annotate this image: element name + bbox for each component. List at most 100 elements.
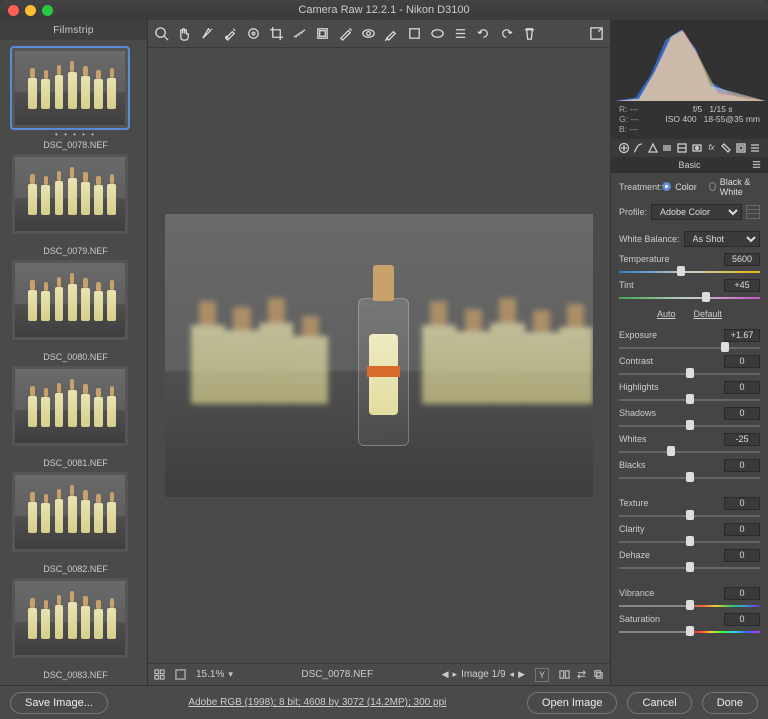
slider-track[interactable] [619,370,760,378]
tab-detail-icon[interactable] [646,141,659,154]
slider-track[interactable] [619,602,760,610]
slider-value-input[interactable]: 0 [724,407,760,420]
white-balance-tool-icon[interactable] [200,26,215,41]
slider-handle[interactable] [686,368,694,378]
slider-track[interactable] [619,268,760,276]
panel-menu-icon[interactable] [751,159,762,170]
slider-handle[interactable] [686,472,694,482]
slider-handle[interactable] [721,342,729,352]
tab-basic-icon[interactable] [617,141,630,154]
slider-value-input[interactable]: +1.67 [724,329,760,342]
before-after-icon[interactable] [559,669,570,680]
slider-value-input[interactable]: 0 [724,549,760,562]
auto-button[interactable]: Auto [657,309,676,319]
close-window-button[interactable] [8,5,19,16]
spot-removal-tool-icon[interactable] [338,26,353,41]
slider-value-input[interactable]: 0 [724,613,760,626]
slider-track[interactable] [619,538,760,546]
crop-tool-icon[interactable] [269,26,284,41]
slider-value-input[interactable]: 0 [724,587,760,600]
tab-fx-icon[interactable]: fx [705,141,718,154]
slider-handle[interactable] [686,600,694,610]
prev-image-button[interactable]: ◀ [442,669,449,680]
transform-tool-icon[interactable] [315,26,330,41]
slider-handle[interactable] [702,292,710,302]
slider-value-input[interactable]: 5600 [724,253,760,266]
maximize-window-button[interactable] [42,5,53,16]
tab-split-icon[interactable] [676,141,689,154]
slider-track[interactable] [619,396,760,404]
filmstrip-thumbnail[interactable]: DSC_0083.NEF [12,578,139,680]
copy-settings-icon[interactable] [593,669,604,680]
adjustment-brush-icon[interactable] [384,26,399,41]
graduated-filter-icon[interactable] [407,26,422,41]
slider-handle[interactable] [686,626,694,636]
filmstrip-thumbnail[interactable]: DSC_0079.NEF [12,154,139,256]
hand-tool-icon[interactable] [177,26,192,41]
slider-track[interactable] [619,474,760,482]
slider-value-input[interactable]: +45 [724,279,760,292]
slider-handle[interactable] [667,446,675,456]
radial-filter-icon[interactable] [430,26,445,41]
preview-area[interactable] [148,48,610,663]
tab-curve-icon[interactable] [632,141,645,154]
trash-icon[interactable] [522,26,537,41]
straighten-tool-icon[interactable] [292,26,307,41]
profile-browser-icon[interactable] [746,205,760,219]
swap-icon[interactable] [576,669,587,680]
rotate-cw-icon[interactable] [499,26,514,41]
single-view-icon[interactable] [175,669,186,680]
done-button[interactable]: Done [702,692,758,714]
filmstrip-thumbnail[interactable]: DSC_0082.NEF [12,472,139,574]
tab-snapshots-icon[interactable] [749,141,762,154]
slider-handle[interactable] [677,266,685,276]
slider-track[interactable] [619,294,760,302]
save-image-button[interactable]: Save Image... [10,692,108,714]
filmstrip-thumbnail[interactable]: DSC_0081.NEF [12,366,139,468]
compare-toggle[interactable]: Y [535,668,549,682]
wb-select[interactable]: As Shot [684,231,760,247]
tab-hsl-icon[interactable] [661,141,674,154]
slider-value-input[interactable]: 0 [724,497,760,510]
workflow-options-link[interactable]: Adobe RGB (1998); 8 bit; 4608 by 3072 (1… [118,697,517,708]
preferences-icon[interactable] [589,26,604,41]
slider-track[interactable] [619,448,760,456]
slider-value-input[interactable]: 0 [724,381,760,394]
slider-handle[interactable] [686,394,694,404]
redeye-tool-icon[interactable] [361,26,376,41]
slider-handle[interactable] [686,420,694,430]
minimize-window-button[interactable] [25,5,36,16]
grid-view-icon[interactable] [154,669,165,680]
next-image-button[interactable]: ▶ [518,669,525,680]
open-image-button[interactable]: Open Image [527,692,618,714]
slider-track[interactable] [619,344,760,352]
slider-handle[interactable] [686,536,694,546]
treatment-bw-radio[interactable]: Black & White [709,177,760,197]
zoom-level[interactable]: 15.1%▾ [196,669,233,680]
zoom-tool-icon[interactable] [154,26,169,41]
filmstrip-thumbnail[interactable]: • • • • • DSC_0078.NEF [12,48,139,150]
filmstrip-thumbnail[interactable]: DSC_0080.NEF [12,260,139,362]
slider-track[interactable] [619,564,760,572]
histogram[interactable] [611,20,768,102]
tab-calibration-icon[interactable] [720,141,733,154]
slider-value-input[interactable]: 0 [724,523,760,536]
slider-track[interactable] [619,628,760,636]
list-view-icon[interactable] [453,26,468,41]
cancel-button[interactable]: Cancel [627,692,691,714]
default-button[interactable]: Default [693,309,722,319]
slider-value-input[interactable]: -25 [724,433,760,446]
slider-track[interactable] [619,512,760,520]
color-sampler-tool-icon[interactable] [223,26,238,41]
rotate-ccw-icon[interactable] [476,26,491,41]
treatment-color-radio[interactable]: Color [662,177,697,197]
profile-select[interactable]: Adobe Color [651,204,742,220]
slider-handle[interactable] [686,510,694,520]
tab-presets-icon[interactable] [734,141,747,154]
slider-handle[interactable] [686,562,694,572]
slider-value-input[interactable]: 0 [724,355,760,368]
target-adjust-tool-icon[interactable] [246,26,261,41]
slider-value-input[interactable]: 0 [724,459,760,472]
slider-track[interactable] [619,422,760,430]
tab-lens-icon[interactable] [690,141,703,154]
